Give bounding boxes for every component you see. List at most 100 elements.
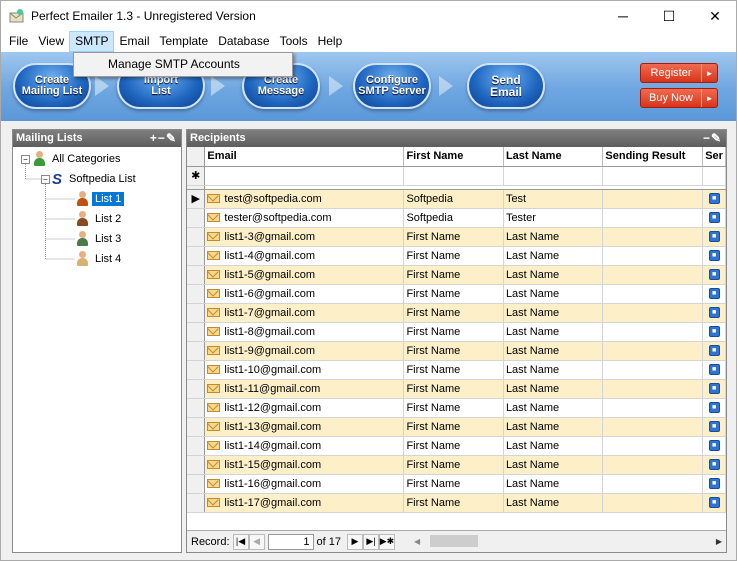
last-name-cell[interactable]: Last Name (503, 417, 604, 437)
sending-result-cell[interactable] (602, 493, 704, 513)
table-row[interactable]: list1-7@gmail.com First Name Last Name ■ (187, 303, 726, 323)
email-cell[interactable]: list1-14@gmail.com (204, 436, 405, 456)
last-name-cell[interactable]: Last Name (503, 493, 604, 513)
record-number-input[interactable]: 1 (267, 533, 314, 550)
last-name-cell[interactable]: Last Name (503, 246, 604, 266)
last-name-cell[interactable]: Last Name (503, 265, 604, 285)
send-toggle-icon[interactable]: ■ (708, 478, 720, 490)
table-row[interactable]: list1-3@gmail.com First Name Last Name ■ (187, 227, 726, 247)
prev-record-button[interactable]: ◀ (248, 533, 265, 550)
table-row[interactable]: list1-10@gmail.com First Name Last Name ■ (187, 360, 726, 380)
send-cell[interactable]: ■ (702, 246, 726, 266)
send-cell[interactable]: ■ (702, 284, 726, 304)
email-cell[interactable]: list1-11@gmail.com (204, 379, 405, 399)
row-header[interactable] (187, 455, 206, 475)
email-cell[interactable]: list1-16@gmail.com (204, 474, 405, 494)
row-header[interactable] (187, 436, 206, 456)
first-name-cell[interactable]: First Name (403, 265, 504, 285)
first-name-cell[interactable]: First Name (403, 303, 504, 323)
menu-help[interactable]: Help (313, 31, 348, 52)
first-name-cell[interactable]: First Name (403, 436, 504, 456)
send-email-button[interactable]: Send Email (467, 63, 545, 109)
row-header[interactable] (187, 398, 206, 418)
email-cell[interactable]: list1-5@gmail.com (204, 265, 405, 285)
table-row[interactable]: list1-5@gmail.com First Name Last Name ■ (187, 265, 726, 285)
email-cell[interactable]: list1-13@gmail.com (204, 417, 405, 437)
row-header[interactable] (187, 322, 206, 342)
first-name-cell[interactable]: First Name (403, 379, 504, 399)
last-name-cell[interactable]: Last Name (503, 436, 604, 456)
row-header[interactable] (187, 284, 206, 304)
new-row-first-name-cell[interactable] (403, 166, 504, 186)
last-name-cell[interactable]: Last Name (503, 398, 604, 418)
mailing-lists-tools-icon[interactable]: +−✎ (150, 130, 177, 147)
email-cell[interactable]: list1-12@gmail.com (204, 398, 405, 418)
table-row[interactable]: list1-17@gmail.com First Name Last Name ■ (187, 493, 726, 513)
last-name-cell[interactable]: Last Name (503, 360, 604, 380)
last-name-cell[interactable]: Last Name (503, 474, 604, 494)
table-row[interactable]: list1-15@gmail.com First Name Last Name ■ (187, 455, 726, 475)
email-cell[interactable]: list1-15@gmail.com (204, 455, 405, 475)
email-cell[interactable]: list1-9@gmail.com (204, 341, 405, 361)
email-cell[interactable]: list1-10@gmail.com (204, 360, 405, 380)
send-toggle-icon[interactable]: ■ (708, 402, 720, 414)
first-name-cell[interactable]: First Name (403, 398, 504, 418)
menu-email[interactable]: Email (114, 31, 154, 52)
first-name-cell[interactable]: First Name (403, 341, 504, 361)
send-toggle-icon[interactable]: ■ (708, 364, 720, 376)
send-cell[interactable]: ■ (702, 208, 726, 228)
send-toggle-icon[interactable]: ■ (708, 421, 720, 433)
send-cell[interactable]: ■ (702, 398, 726, 418)
row-header[interactable] (187, 246, 206, 266)
sending-result-cell[interactable] (602, 379, 704, 399)
email-cell[interactable]: tester@softpedia.com (204, 208, 405, 228)
table-row[interactable]: list1-12@gmail.com First Name Last Name ■ (187, 398, 726, 418)
send-toggle-icon[interactable]: ■ (708, 459, 720, 471)
sending-result-cell[interactable] (602, 246, 704, 266)
send-cell[interactable]: ■ (702, 189, 726, 209)
sending-result-cell[interactable] (602, 303, 704, 323)
email-cell[interactable]: list1-4@gmail.com (204, 246, 405, 266)
sending-result-cell[interactable] (602, 341, 704, 361)
send-cell[interactable]: ■ (702, 474, 726, 494)
table-row[interactable]: list1-11@gmail.com First Name Last Name ■ (187, 379, 726, 399)
send-cell[interactable]: ■ (702, 417, 726, 437)
last-name-cell[interactable]: Test (503, 189, 604, 209)
sending-result-cell[interactable] (602, 436, 704, 456)
sending-result-cell[interactable] (602, 455, 704, 475)
last-name-cell[interactable]: Tester (503, 208, 604, 228)
row-header[interactable] (187, 341, 206, 361)
send-cell[interactable]: ■ (702, 303, 726, 323)
configure-smtp-button[interactable]: Configure SMTP Server (353, 63, 431, 109)
row-header[interactable] (187, 379, 206, 399)
last-name-cell[interactable]: Last Name (503, 284, 604, 304)
send-toggle-icon[interactable]: ■ (708, 250, 720, 262)
send-toggle-icon[interactable]: ■ (708, 212, 720, 224)
last-name-cell[interactable]: Last Name (503, 341, 604, 361)
last-name-cell[interactable]: Last Name (503, 303, 604, 323)
current-row-indicator-icon[interactable]: ▶ (187, 189, 206, 209)
scroll-thumb[interactable] (430, 535, 478, 547)
send-toggle-icon[interactable]: ■ (708, 383, 720, 395)
send-toggle-icon[interactable]: ■ (708, 231, 720, 243)
new-record-button[interactable]: ▶✱ (379, 533, 395, 550)
sending-result-cell[interactable] (602, 284, 704, 304)
sending-result-cell[interactable] (602, 189, 704, 209)
first-name-cell[interactable]: Softpedia (403, 208, 504, 228)
row-header[interactable] (187, 360, 206, 380)
send-toggle-icon[interactable]: ■ (708, 193, 720, 205)
column-header-email[interactable]: Email (204, 147, 405, 167)
last-record-button[interactable]: ▶| (363, 533, 379, 550)
first-name-cell[interactable]: First Name (403, 246, 504, 266)
email-cell[interactable]: test@softpedia.com (204, 189, 405, 209)
sending-result-cell[interactable] (602, 474, 704, 494)
sending-result-cell[interactable] (602, 227, 704, 247)
sending-result-cell[interactable] (602, 208, 704, 228)
row-header[interactable] (187, 208, 206, 228)
email-cell[interactable]: list1-8@gmail.com (204, 322, 405, 342)
first-name-cell[interactable]: First Name (403, 284, 504, 304)
column-header-last-name[interactable]: Last Name (503, 147, 604, 167)
send-cell[interactable]: ■ (702, 379, 726, 399)
email-cell[interactable]: list1-7@gmail.com (204, 303, 405, 323)
last-name-cell[interactable]: Last Name (503, 322, 604, 342)
